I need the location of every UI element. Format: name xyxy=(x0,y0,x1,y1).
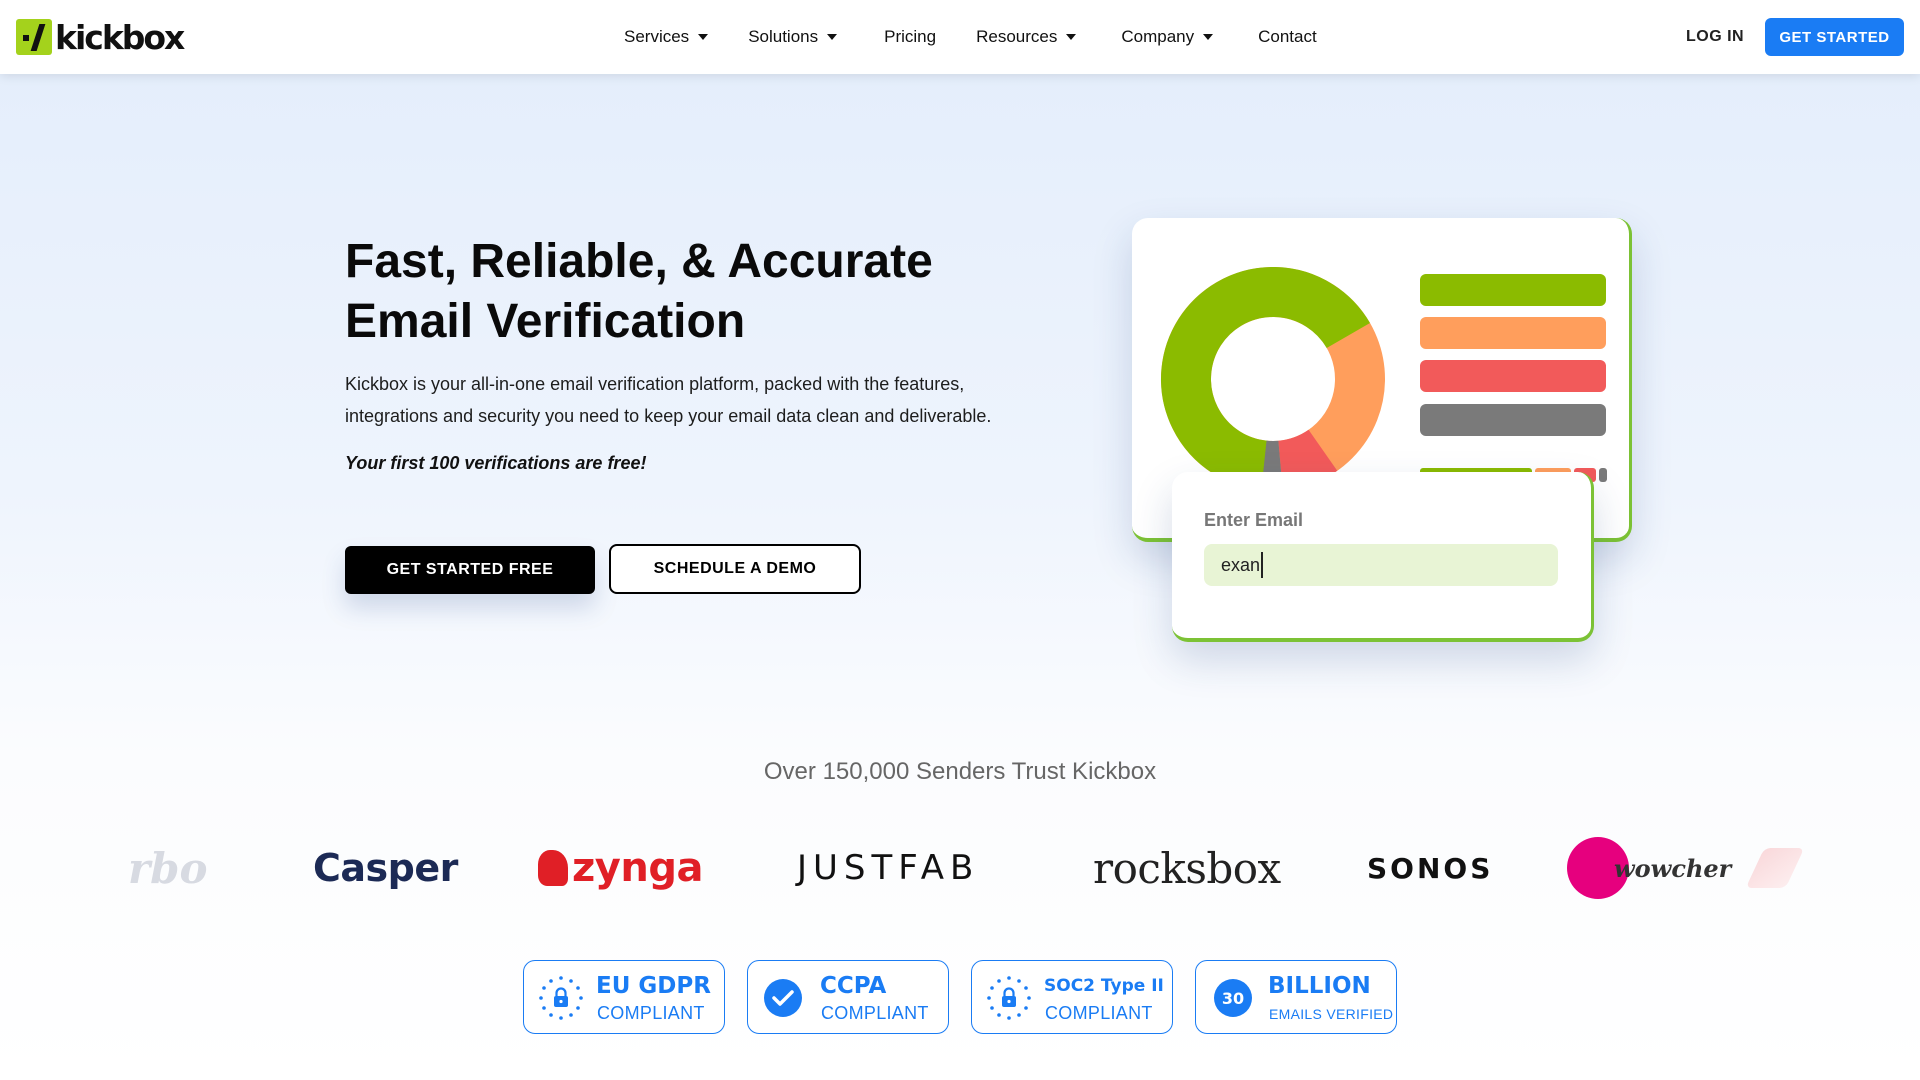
badge-subtitle: COMPLIANT xyxy=(1045,1003,1153,1023)
get-started-button[interactable]: GET STARTED xyxy=(1765,18,1904,56)
badge-number: 30 xyxy=(1222,989,1244,1008)
number-circle-icon: 30 xyxy=(1214,979,1252,1017)
email-input-value: exan xyxy=(1221,554,1261,575)
badge-ccpa: CCPA COMPLIANT xyxy=(747,960,949,1034)
hero-description-line: Kickbox is your all-in-one email verific… xyxy=(345,374,965,394)
hero-description-line: integrations and security you need to ke… xyxy=(345,406,992,426)
nav-item-label: Resources xyxy=(976,27,1058,46)
hero-title-line: Email Verification xyxy=(345,295,746,348)
get-started-free-button[interactable]: GET STARTED FREE xyxy=(345,546,595,594)
logo-wowcher-text: wowcher xyxy=(1614,853,1732,883)
badge-soc2: SOC2 Type II COMPLIANT xyxy=(971,960,1173,1034)
hero-title-line: Fast, Reliable, & Accurate xyxy=(345,235,933,288)
logo-partial-icon xyxy=(1745,848,1805,888)
main-menu: Services Solutions Pricing Resources Com… xyxy=(624,0,1317,74)
email-field-label: Enter Email xyxy=(1204,510,1304,530)
nav-item-pricing[interactable]: Pricing xyxy=(884,27,936,47)
logo-wordmark: kickbox xyxy=(55,17,185,57)
chevron-down-icon xyxy=(1066,34,1077,40)
chevron-down-icon xyxy=(1203,34,1214,40)
nav-item-solutions[interactable]: Solutions xyxy=(748,27,838,47)
badge-30-billion: 30 BILLION EMAILS VERIFIED xyxy=(1195,960,1397,1034)
lock-stars-icon xyxy=(539,976,583,1020)
nav-item-services[interactable]: Services xyxy=(624,27,709,47)
email-entry-card: Enter Email exan xyxy=(1172,472,1594,642)
chevron-down-icon xyxy=(698,34,709,40)
badge-title: SOC2 Type II xyxy=(1044,976,1164,996)
top-navbar: kickbox Services Solutions Pricing Resou… xyxy=(0,0,1920,74)
nav-item-label: Services xyxy=(624,27,690,46)
nav-item-label: Solutions xyxy=(748,27,819,46)
free-verifications-note: Your first 100 verifications are free! xyxy=(345,453,647,473)
badge-subtitle: EMAILS VERIFIED xyxy=(1269,1006,1394,1022)
logo-sonos: SONOS xyxy=(1367,851,1494,885)
donut-chart-illustration xyxy=(1161,267,1385,491)
logo-justfab: JUSTFAB xyxy=(797,848,980,888)
logo-wowcher: wowcher xyxy=(1570,830,1731,906)
logo-zynga: zynga xyxy=(538,830,703,906)
badge-title: BILLION xyxy=(1268,973,1371,999)
lock-stars-icon xyxy=(987,976,1031,1020)
legend-bar-gray xyxy=(1420,404,1606,436)
badge-title: CCPA xyxy=(820,973,887,999)
nav-item-resources[interactable]: Resources xyxy=(976,27,1077,47)
logo-rocksbox: rocksbox xyxy=(1093,843,1281,893)
legend-bar-red xyxy=(1420,360,1606,392)
nav-item-company[interactable]: Company xyxy=(1121,27,1214,47)
email-input[interactable]: exan xyxy=(1204,544,1558,586)
legend-bar-orange xyxy=(1420,317,1606,349)
logo-rbo: rbo xyxy=(128,843,208,893)
mini-bar-gray xyxy=(1599,468,1607,482)
legend-bar-green xyxy=(1420,274,1606,306)
nav-item-label: Pricing xyxy=(884,27,937,46)
text-cursor xyxy=(1261,552,1264,578)
trust-heading: Over 150,000 Senders Trust Kickbox xyxy=(763,758,1157,785)
nav-item-contact[interactable]: Contact xyxy=(1258,27,1317,47)
check-circle-icon xyxy=(764,979,802,1017)
logo-zynga-text: zynga xyxy=(572,845,703,891)
badge-subtitle: COMPLIANT xyxy=(597,1003,705,1023)
schedule-demo-button[interactable]: SCHEDULE A DEMO xyxy=(609,544,861,594)
badge-subtitle: COMPLIANT xyxy=(821,1003,929,1023)
login-link[interactable]: LOG IN xyxy=(1686,28,1744,46)
logo-casper: Casper xyxy=(313,846,458,890)
hero-description: Kickbox is your all-in-one email verific… xyxy=(345,368,1025,432)
nav-item-label: Company xyxy=(1121,27,1195,46)
nav-item-label: Contact xyxy=(1258,27,1317,46)
hero-title: Fast, Reliable, & Accurate Email Verific… xyxy=(345,232,1045,352)
kickbox-logo[interactable]: kickbox xyxy=(16,17,185,57)
badge-title: EU GDPR xyxy=(596,973,711,999)
donut-segment-red xyxy=(1277,429,1338,491)
badge-eu-gdpr: EU GDPR COMPLIANT xyxy=(523,960,725,1034)
kickbox-logo-mark-icon xyxy=(16,19,52,55)
zynga-dog-icon xyxy=(538,850,568,886)
chevron-down-icon xyxy=(827,34,838,40)
customer-logo-strip: rbo Casper zynga JUSTFAB rocksbox SONOS … xyxy=(0,830,1920,906)
